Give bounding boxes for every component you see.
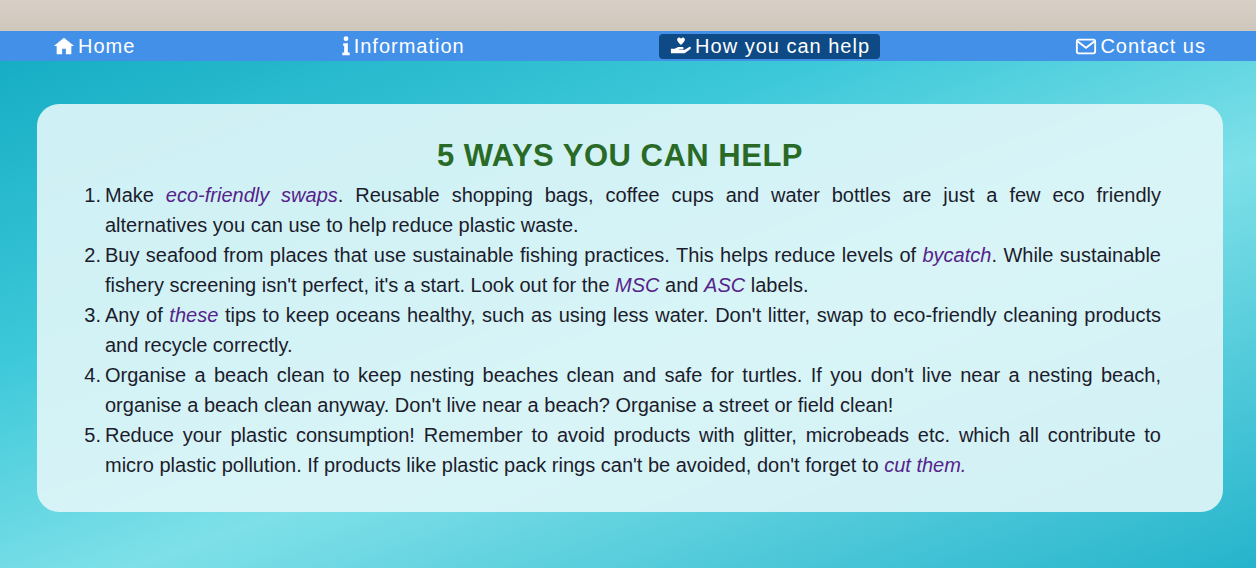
tip-text: Reduce your plastic consumption! Remembe… (105, 420, 1161, 480)
tip-link[interactable]: bycatch (923, 244, 992, 266)
nav-label: Information (354, 35, 465, 58)
nav-item[interactable]: Information (330, 34, 475, 59)
tip-item: 4.Organise a beach clean to keep nesting… (79, 360, 1161, 420)
nav-item[interactable]: Contact us (1064, 34, 1216, 59)
tip-number: 4. (79, 360, 101, 420)
tip-number: 1. (79, 180, 101, 240)
info-icon (340, 35, 352, 57)
tip-link[interactable]: cut them. (884, 454, 966, 476)
tip-text: Make eco-friendly swaps. Reusable shoppi… (105, 180, 1161, 240)
tip-link[interactable]: these (169, 304, 218, 326)
tip-link[interactable]: ASC (704, 274, 745, 296)
card-title: 5 WAYS YOU CAN HELP (79, 138, 1161, 174)
tip-item: 1.Make eco-friendly swaps. Reusable shop… (79, 180, 1161, 240)
nav-item[interactable]: How you can help (659, 34, 880, 59)
tip-text: Organise a beach clean to keep nesting b… (105, 360, 1161, 420)
tip-link[interactable]: MSC (615, 274, 659, 296)
tip-number: 3. (79, 300, 101, 360)
tip-number: 2. (79, 240, 101, 300)
nav-label: Contact us (1100, 35, 1206, 58)
tip-text: Buy seafood from places that use sustain… (105, 240, 1161, 300)
tip-item: 5.Reduce your plastic consumption! Remem… (79, 420, 1161, 480)
page: Home Information How you can help Contact u… (0, 0, 1256, 568)
tip-item: 2.Buy seafood from places that use susta… (79, 240, 1161, 300)
tip-text: Any of these tips to keep oceans healthy… (105, 300, 1161, 360)
envelope-icon (1074, 35, 1098, 57)
nav-label: Home (78, 35, 135, 58)
sand-strip (0, 0, 1256, 31)
home-icon (52, 35, 76, 57)
tip-item: 3.Any of these tips to keep oceans healt… (79, 300, 1161, 360)
tip-number: 5. (79, 420, 101, 480)
hand-heart-icon (669, 35, 693, 57)
help-card: 5 WAYS YOU CAN HELP 1.Make eco-friendly s… (37, 104, 1223, 512)
nav-label: How you can help (695, 35, 870, 58)
tip-link[interactable]: eco-friendly swaps (166, 184, 338, 206)
nav-bar: Home Information How you can help Contact u… (0, 31, 1256, 61)
tips-list: 1.Make eco-friendly swaps. Reusable shop… (79, 180, 1161, 480)
nav-item[interactable]: Home (42, 34, 145, 59)
